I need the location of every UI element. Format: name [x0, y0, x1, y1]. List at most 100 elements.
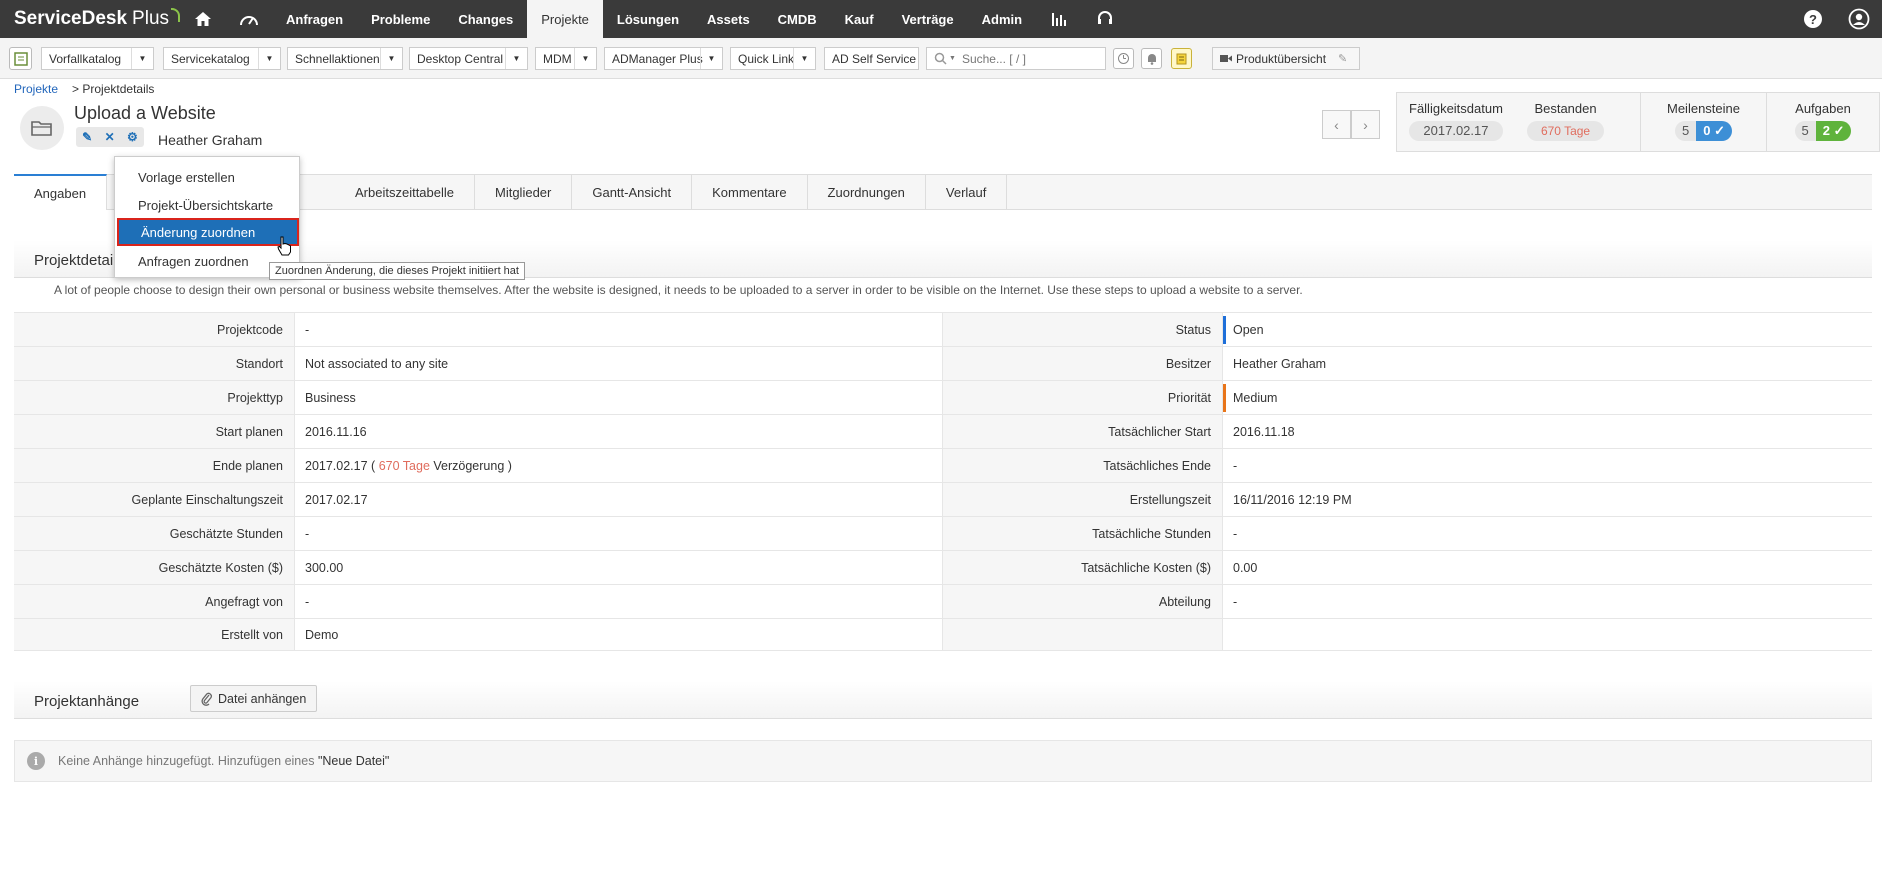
- breadcrumb: Projekte > Projektdetails: [14, 82, 154, 96]
- previous-record-button[interactable]: ‹: [1322, 110, 1351, 139]
- field-label: Tatsächliches Ende: [943, 449, 1223, 482]
- field-label: Start planen: [14, 415, 295, 448]
- bell-icon[interactable]: [1141, 48, 1162, 69]
- close-icon[interactable]: ✕: [105, 130, 115, 144]
- field-label: Tatsächliche Kosten ($): [943, 551, 1223, 584]
- button-label: Produktübersicht: [1236, 51, 1327, 66]
- chevron-right-icon: ›: [1363, 116, 1368, 133]
- clipboard-icon[interactable]: [1171, 48, 1192, 69]
- priority-text: Medium: [1233, 390, 1278, 405]
- breadcrumb-projekte-link[interactable]: Projekte: [14, 82, 58, 96]
- desktop-central-dropdown[interactable]: Desktop Central ▼: [409, 47, 528, 70]
- table-row: Angefragt von - Abteilung -: [14, 585, 1872, 619]
- reports-icon[interactable]: [1036, 0, 1082, 38]
- tasks-done-value: 2: [1822, 123, 1830, 138]
- milestones-label: Meilensteine: [1667, 101, 1740, 116]
- tab-arbeitszeittabelle[interactable]: Arbeitszeittabelle: [335, 175, 475, 209]
- nav-anfragen[interactable]: Anfragen: [272, 0, 357, 38]
- field-label: Geschätzte Kosten ($): [14, 551, 295, 584]
- table-row: Geplante Einschaltungszeit 2017.02.17 Er…: [14, 483, 1872, 517]
- menu-item-create-template[interactable]: Vorlage erstellen: [116, 163, 298, 191]
- new-file-link[interactable]: "Neue Datei": [318, 754, 389, 768]
- nav-probleme[interactable]: Probleme: [357, 0, 444, 38]
- dropdown-label: Quick Link: [738, 51, 795, 66]
- nav-assets[interactable]: Assets: [693, 0, 764, 38]
- milestones-count: 5 0 ✓: [1675, 121, 1732, 141]
- nav-loesungen[interactable]: Lösungen: [603, 0, 693, 38]
- dropdown-label: Desktop Central: [417, 51, 504, 66]
- dropdown-label: Servicekatalog: [171, 51, 250, 66]
- home-icon[interactable]: [180, 0, 226, 38]
- status-color-bar: [1223, 316, 1226, 344]
- tab-mitglieder[interactable]: Mitglieder: [475, 175, 573, 209]
- field-label: Priorität: [943, 381, 1223, 414]
- admanager-plus-dropdown[interactable]: ADManager Plus ▼: [604, 47, 723, 70]
- section-title: Projektdetails: [34, 252, 125, 269]
- paperclip-icon: [201, 692, 212, 706]
- priority-color-bar: [1223, 384, 1226, 412]
- mdm-dropdown[interactable]: MDM ▼: [535, 47, 597, 70]
- nav-vertraege[interactable]: Verträge: [888, 0, 968, 38]
- tab-gantt-ansicht[interactable]: Gantt-Ansicht: [572, 175, 693, 209]
- edit-icon[interactable]: ✎: [82, 130, 92, 144]
- app-logo[interactable]: ServiceDesk Plus: [0, 0, 180, 38]
- delay-days: 670 Tage: [378, 458, 430, 473]
- menu-item-project-overview-card[interactable]: Projekt-Übersichtskarte: [116, 191, 298, 219]
- help-icon[interactable]: ?: [1790, 0, 1836, 38]
- dropdown-label: MDM: [543, 51, 572, 66]
- project-actions-menu: Vorlage erstellen Projekt-Übersichtskart…: [114, 156, 300, 278]
- nav-cmdb[interactable]: CMDB: [764, 0, 831, 38]
- page-title: Upload a Website: [74, 103, 216, 123]
- dropdown-label: Vorfallkatalog: [49, 51, 122, 66]
- tasks-label: Aufgaben: [1795, 101, 1851, 116]
- search-input[interactable]: ▼ Suche... [ / ]: [926, 47, 1106, 70]
- nav-projekte[interactable]: Projekte: [527, 0, 603, 38]
- dropdown-label: Schnellaktionen: [295, 51, 380, 66]
- planned-end-date: 2017.02.17 (: [305, 458, 376, 473]
- tab-kommentare[interactable]: Kommentare: [692, 175, 808, 209]
- new-request-icon[interactable]: [9, 47, 32, 70]
- pin-icon[interactable]: ✎: [1338, 52, 1347, 65]
- tab-angaben[interactable]: Angaben: [14, 174, 107, 210]
- next-record-button[interactable]: ›: [1351, 110, 1380, 139]
- record-navigation: ‹ ›: [1322, 110, 1380, 139]
- tab-zuordnungen[interactable]: Zuordnungen: [808, 175, 926, 209]
- menu-item-assign-change[interactable]: Änderung zuordnen: [117, 218, 299, 246]
- table-row: Ende planen 2017.02.17 ( 670 Tage Verzög…: [14, 449, 1872, 483]
- nav-admin[interactable]: Admin: [968, 0, 1036, 38]
- milestones-done-value: 0: [1703, 123, 1711, 138]
- produktuebersicht-button[interactable]: Produktübersicht ✎: [1212, 47, 1360, 70]
- gear-icon[interactable]: ⚙: [127, 130, 138, 144]
- headset-icon[interactable]: [1082, 0, 1128, 38]
- search-scope-caret-icon[interactable]: ▼: [949, 55, 956, 62]
- quick-link-dropdown[interactable]: Quick Link ▼: [730, 47, 816, 70]
- vorfallkatalog-dropdown[interactable]: Vorfallkatalog ▼: [41, 47, 154, 70]
- servicekatalog-dropdown[interactable]: Servicekatalog ▼: [163, 47, 281, 70]
- ad-self-service-button[interactable]: AD Self Service: [824, 47, 919, 70]
- timer-icon[interactable]: [1113, 48, 1134, 69]
- folder-icon: [20, 106, 64, 150]
- chevron-down-icon: ▼: [793, 48, 815, 69]
- tab-verlauf[interactable]: Verlauf: [926, 175, 1008, 209]
- field-label: Erstellungszeit: [943, 483, 1223, 516]
- tasks-stat[interactable]: Aufgaben 5 2 ✓: [1767, 93, 1879, 151]
- quick-toolbar: Vorfallkatalog ▼ Servicekatalog ▼ Schnella…: [0, 38, 1882, 79]
- milestones-stat[interactable]: Meilensteine 5 0 ✓: [1641, 93, 1767, 151]
- user-profile-icon[interactable]: [1836, 0, 1882, 38]
- field-value: 2017.02.17 ( 670 Tage Verzögerung ): [295, 449, 943, 482]
- milestones-done: 0 ✓: [1696, 121, 1732, 141]
- nav-kauf[interactable]: Kauf: [831, 0, 888, 38]
- field-value: 16/11/2016 12:19 PM: [1223, 483, 1872, 516]
- attach-file-button[interactable]: Datei anhängen: [190, 685, 318, 712]
- field-value: 2017.02.17: [295, 483, 943, 516]
- field-value: 2016.11.16: [295, 415, 943, 448]
- dropdown-label: ADManager Plus: [612, 51, 703, 66]
- chevron-down-icon: ▼: [700, 48, 722, 69]
- tasks-done: 2 ✓: [1815, 121, 1852, 141]
- project-owner: Heather Graham: [158, 132, 263, 148]
- schnellaktionen-dropdown[interactable]: Schnellaktionen ▼: [287, 47, 403, 70]
- nav-changes[interactable]: Changes: [444, 0, 527, 38]
- field-value: -: [1223, 585, 1872, 618]
- button-label: Datei anhängen: [218, 691, 307, 706]
- dashboard-icon[interactable]: [226, 0, 272, 38]
